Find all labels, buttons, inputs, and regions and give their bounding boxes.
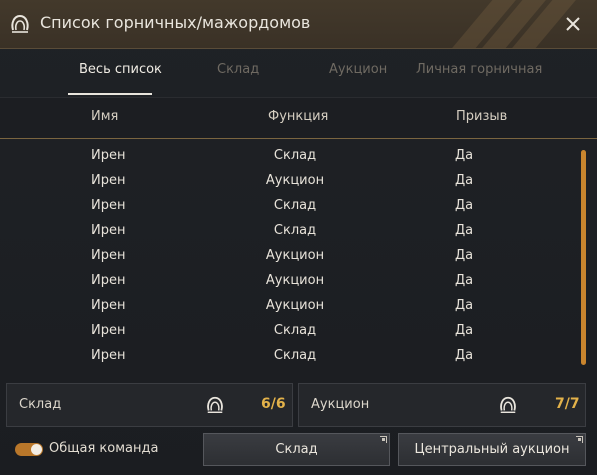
header-divider (0, 138, 597, 139)
expand-corner-icon (576, 436, 583, 443)
tab-personal-maid[interactable]: Личная горничная (416, 62, 542, 77)
active-tab-indicator (68, 93, 152, 95)
row-function: Склад (273, 148, 317, 163)
row-summon: Да (455, 323, 474, 338)
row-name: Ирен (91, 273, 126, 288)
auction-counter: Аукцион 7/7 (298, 383, 586, 427)
expand-corner-icon (380, 436, 387, 443)
table-header: Имя Функция Призыв (0, 97, 597, 139)
maid-icon (11, 14, 29, 33)
close-icon[interactable] (562, 13, 584, 35)
table-row[interactable]: Ирен Аукцион Да (0, 293, 580, 318)
table-row[interactable]: Ирен Аукцион Да (0, 243, 580, 268)
row-summon: Да (455, 223, 474, 238)
row-summon: Да (455, 173, 474, 188)
column-header-summon: Призыв (456, 109, 508, 124)
table-row[interactable]: Ирен Аукцион Да (0, 168, 580, 193)
storage-counter-label: Склад (19, 397, 62, 412)
maid-table: Ирен Склад Да Ирен Аукцион Да Ирен Склад… (0, 141, 580, 370)
row-function: Склад (273, 198, 317, 213)
maid-icon (207, 396, 223, 413)
row-name: Ирен (91, 298, 126, 313)
row-summon: Да (455, 273, 474, 288)
title-bar: Список горничных/мажордомов (0, 0, 597, 49)
tab-all[interactable]: Весь список (79, 62, 162, 77)
storage-button[interactable]: Склад (203, 433, 390, 466)
row-name: Ирен (91, 223, 126, 238)
tab-auction[interactable]: Аукцион (329, 62, 387, 77)
central-auction-button[interactable]: Центральный аукцион (398, 433, 586, 466)
shared-command-toggle[interactable] (15, 443, 43, 456)
row-summon: Да (455, 348, 474, 363)
row-function: Склад (273, 323, 317, 338)
row-function: Аукцион (265, 248, 325, 263)
central-auction-button-label: Центральный аукцион (414, 442, 570, 457)
row-name: Ирен (91, 248, 126, 263)
table-row[interactable]: Ирен Склад Да (0, 193, 580, 218)
table-row[interactable]: Ирен Склад Да (0, 343, 580, 368)
storage-count: 6/6 (261, 396, 286, 412)
row-summon: Да (455, 148, 474, 163)
table-row[interactable]: Ирен Аукцион Да (0, 268, 580, 293)
row-name: Ирен (91, 173, 126, 188)
row-name: Ирен (91, 148, 126, 163)
row-summon: Да (455, 248, 474, 263)
column-header-function: Функция (268, 109, 329, 124)
row-function: Склад (273, 223, 317, 238)
row-summon: Да (455, 298, 474, 313)
storage-counter: Склад 6/6 (6, 383, 293, 427)
tab-storage[interactable]: Склад (217, 62, 259, 77)
maid-list-window: Список горничных/мажордомов Весь список … (0, 0, 597, 475)
maid-icon (500, 396, 516, 413)
storage-button-label: Склад (275, 442, 318, 457)
shared-command-label: Общая команда (49, 441, 159, 456)
auction-count: 7/7 (555, 396, 580, 412)
toggle-knob (31, 444, 42, 455)
table-row[interactable]: Ирен Склад Да (0, 218, 580, 243)
row-function: Аукцион (265, 298, 325, 313)
row-summon: Да (455, 198, 474, 213)
row-function: Аукцион (265, 273, 325, 288)
row-name: Ирен (91, 323, 126, 338)
row-function: Склад (273, 348, 317, 363)
column-header-name: Имя (91, 109, 119, 124)
row-name: Ирен (91, 198, 126, 213)
row-name: Ирен (91, 348, 126, 363)
window-title: Список горничных/мажордомов (40, 13, 311, 32)
tab-bar: Весь список Склад Аукцион Личная горничн… (0, 48, 597, 94)
list-scrollbar[interactable] (581, 150, 586, 365)
table-row[interactable]: Ирен Склад Да (0, 318, 580, 343)
table-row[interactable]: Ирен Склад Да (0, 143, 580, 168)
auction-counter-label: Аукцион (311, 397, 370, 412)
row-function: Аукцион (265, 173, 325, 188)
